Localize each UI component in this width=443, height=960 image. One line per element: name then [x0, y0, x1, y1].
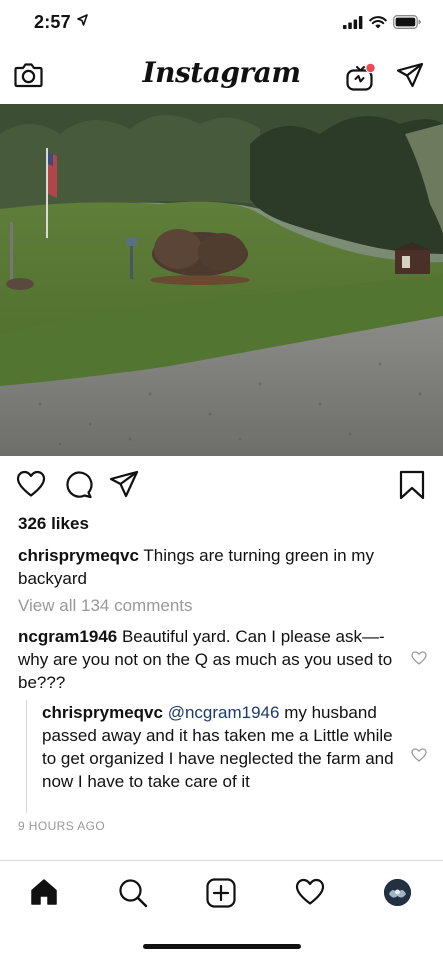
caption-username[interactable]: chrisprymeqvc	[18, 546, 139, 565]
wifi-icon	[369, 15, 387, 34]
likes-count[interactable]: 326 likes	[18, 514, 89, 534]
comment-icon[interactable]	[64, 470, 94, 504]
cellular-signal-icon	[343, 15, 363, 34]
status-indicators	[343, 15, 421, 34]
status-bar: 2:57	[0, 0, 443, 48]
post-caption: chrisprymeqvc Things are turning green i…	[18, 544, 428, 590]
profile-avatar[interactable]	[384, 879, 411, 906]
home-indicator[interactable]	[143, 944, 301, 949]
reply-thread-line	[26, 700, 27, 813]
reply-like-heart-icon[interactable]	[411, 748, 427, 767]
comment-like-heart-icon[interactable]	[411, 651, 427, 670]
view-all-comments-link[interactable]: View all 134 comments	[18, 596, 193, 616]
igtv-icon[interactable]	[345, 60, 377, 97]
comment-item: ncgram1946 Beautiful yard. Can I please …	[18, 625, 398, 694]
bookmark-icon[interactable]	[399, 470, 425, 505]
location-arrow-icon	[77, 13, 88, 31]
app-header: Instagram	[0, 48, 443, 104]
reply-username[interactable]: chrisprymeqvc	[42, 703, 163, 722]
like-heart-icon[interactable]	[16, 470, 46, 503]
share-plane-icon[interactable]	[109, 470, 139, 503]
activity-heart-icon[interactable]	[295, 878, 325, 911]
status-time: 2:57	[34, 12, 71, 32]
comment-reply: chrisprymeqvc @ncgram1946 my husband pas…	[42, 701, 402, 793]
search-icon[interactable]	[118, 878, 148, 913]
add-post-icon[interactable]	[206, 878, 236, 913]
home-icon[interactable]	[30, 878, 58, 911]
reply-mention[interactable]: @ncgram1946	[168, 703, 280, 722]
paper-plane-icon[interactable]	[396, 62, 424, 93]
comment-username[interactable]: ncgram1946	[18, 627, 117, 646]
post-action-bar	[0, 466, 443, 506]
post-timestamp: 9 HOURS AGO	[18, 819, 106, 833]
battery-icon	[393, 15, 421, 34]
post-photo[interactable]	[0, 104, 443, 456]
